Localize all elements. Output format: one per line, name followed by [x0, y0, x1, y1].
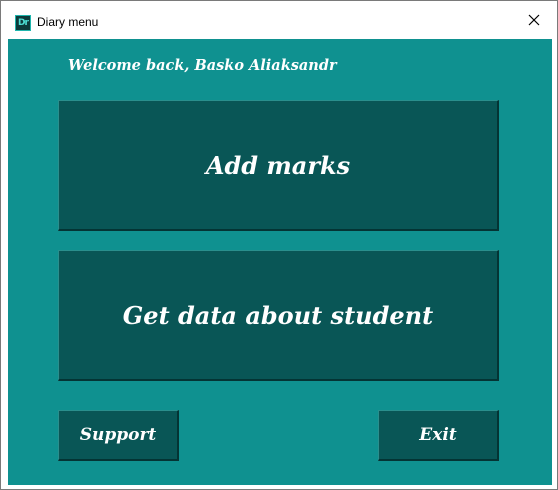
exit-button[interactable]: Exit — [378, 410, 499, 461]
close-button[interactable] — [511, 1, 557, 39]
get-student-data-label: Get data about student — [122, 300, 434, 330]
title-bar[interactable]: Dr Diary menu — [1, 1, 557, 39]
add-marks-button[interactable]: Add marks — [58, 100, 499, 231]
app-window: Dr Diary menu Welcome back, Basko Aliaks… — [0, 0, 558, 490]
support-label: Support — [79, 425, 157, 445]
menu-panel: Welcome back, Basko Aliaksandr Add marks… — [8, 39, 552, 485]
app-icon: Dr — [15, 15, 31, 31]
add-marks-label: Add marks — [205, 150, 351, 180]
welcome-message: Welcome back, Basko Aliaksandr — [68, 57, 337, 74]
window-title: Diary menu — [37, 15, 99, 29]
close-icon — [528, 14, 540, 26]
get-student-data-button[interactable]: Get data about student — [58, 250, 499, 381]
support-button[interactable]: Support — [58, 410, 179, 461]
exit-label: Exit — [419, 425, 457, 445]
